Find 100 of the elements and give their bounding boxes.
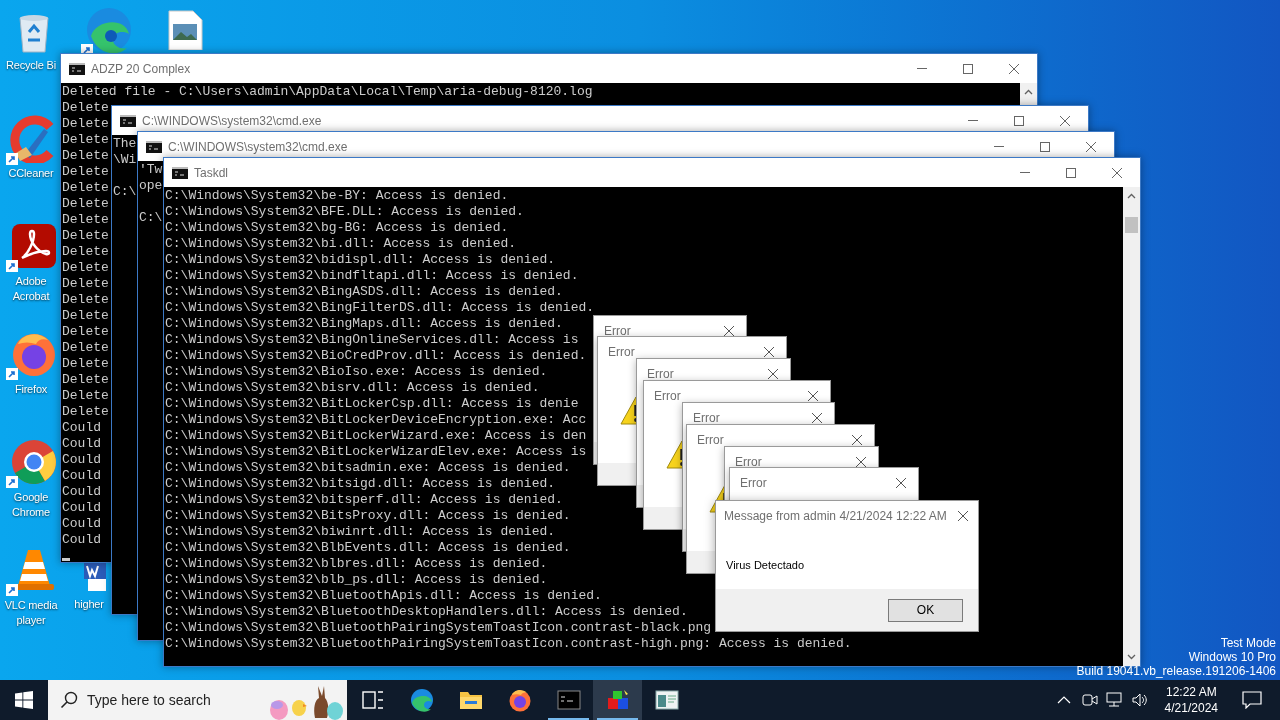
console-line: Delete [62, 180, 109, 196]
network-icon[interactable] [1104, 692, 1125, 708]
dialog-title: Error [604, 323, 631, 340]
console-line: Could [62, 420, 101, 436]
close-icon [895, 477, 907, 489]
console-line: C:\Windows\System32\be-BY: Access is denied. [165, 188, 509, 204]
console-line: C:\Windows\System32\BluetoothApis.dll: Access is denied. [165, 588, 602, 604]
console-line: Could [62, 452, 101, 468]
console-line: Delete [62, 372, 109, 388]
close-icon [1060, 115, 1070, 126]
console-line: C:\Windows\System32\bitsperf.dll: Access is denied. [165, 492, 563, 508]
console-line: C:\Windows\System32\bindfltapi.dll: Access is denied. [165, 268, 579, 284]
minimize-icon [994, 146, 1004, 147]
console-line: Delete [62, 340, 109, 356]
firefox-icon [507, 688, 532, 712]
chevron-up-icon[interactable] [1056, 696, 1071, 704]
console-icon [556, 688, 581, 712]
edge-icon [409, 688, 434, 712]
scroll-up-icon[interactable] [1127, 193, 1136, 199]
window-title: Taskdl [194, 164, 228, 182]
acrobat-icon[interactable] [10, 222, 58, 270]
console-line: C:\Windows\System32\biwinrt.dll: Access is denied. [165, 524, 556, 540]
scroll-thumb[interactable] [1125, 217, 1138, 233]
console-line: Delete [62, 308, 109, 324]
close-icon [957, 509, 969, 522]
console-line: Could [62, 532, 101, 548]
console-line: C:\Windows\System32\BingASDS.dll: Access is denied. [165, 284, 563, 300]
scrollbar[interactable] [1123, 187, 1140, 666]
scroll-up-icon[interactable] [1024, 89, 1033, 95]
console-line: Delete [62, 260, 109, 276]
console-line: C:\Windows\System32\bitsadmin.exe: Access is denied. [165, 460, 571, 476]
dialog-title: Error [647, 366, 674, 383]
console-line: Delete [62, 388, 109, 404]
clock-date[interactable]: 4/21/2024 [1164, 700, 1218, 716]
close-icon [1112, 167, 1122, 178]
console-line: Delete [62, 276, 109, 292]
volume-icon[interactable] [1130, 692, 1149, 708]
console-line: C:\Windows\System32\blbres.dll: Access is denied. [165, 556, 548, 572]
minimize-icon [968, 120, 978, 121]
camera-icon[interactable] [1080, 692, 1099, 708]
console-line: Delete [62, 148, 109, 164]
console-icon [146, 140, 162, 153]
dialog-title: Error [735, 454, 762, 471]
console-line: C:\Windows\System32\bi.dll: Access is denied. [165, 236, 517, 252]
desktop-icon-label[interactable]: Firefox [14, 382, 48, 397]
console-line: Delete [62, 164, 109, 180]
console-line: C:\Windows\System32\bidispl.dll: Access is denied. [165, 252, 556, 268]
close-icon [767, 368, 779, 380]
console-line: Delete [62, 356, 109, 372]
scroll-down-icon[interactable] [1127, 654, 1136, 660]
dialog-title: Error [740, 475, 767, 492]
desktop-icon-label[interactable]: VLC media player [2, 598, 60, 628]
image-file-icon[interactable] [167, 10, 203, 50]
close-icon [851, 434, 863, 446]
desktop-icon-label[interactable]: CCleaner [8, 166, 54, 181]
console-line: Could [62, 500, 101, 516]
message-text: Virus Detectado [726, 559, 805, 571]
console-line: Delete [62, 292, 109, 308]
console-line: Deleted file - C:\Users\admin\AppData\Local\Temp\aria-debug-8120.log [62, 84, 593, 100]
close-icon [723, 325, 735, 337]
console-line: C:\Windows\System32\BioIso.exe: Access is denied. [165, 364, 548, 380]
console-line: C:\Windows\System32\BitLockerWizard.exe: Access is den [165, 428, 587, 444]
console-line: C:\Windows\System32\BluetoothPairingSystemToastIcon.contrast-black.png [165, 620, 712, 636]
dialog-title: Error [693, 410, 720, 427]
maximize-icon [1014, 115, 1024, 126]
console-line: C:\ [139, 210, 163, 226]
console-line: C:\Windows\System32\BitLockerCsp.dll: Access is denie [165, 396, 579, 412]
search-field[interactable]: Type here to search [48, 680, 347, 720]
desktop-icon-label[interactable]: higher [74, 597, 104, 612]
console-line: Delete [62, 132, 109, 148]
watermark-text: Test Mode [1220, 636, 1276, 650]
console-line: Could [62, 468, 101, 484]
console-line: Delete [62, 228, 109, 244]
console-line: C:\Windows\System32\BitLockerWizardElev.exe: Access is [165, 444, 587, 460]
document-icon[interactable] [84, 563, 106, 591]
console-line: C:\Windows\System32\bitsigd.dll: Access is denied. [165, 476, 556, 492]
close-icon [1086, 141, 1096, 152]
clock-time[interactable]: 12:22 AM [1165, 684, 1217, 700]
dialog-title: Error [697, 432, 724, 449]
console-line: C:\Windows\System32\BluetoothDesktopHandlers.dll: Access is denied. [165, 604, 688, 620]
console-line: C:\Windows\System32\bisrv.dll: Access is denied. [165, 380, 540, 396]
console-line: C:\Windows\System32\BingFilterDS.dll: Access is denied. [165, 300, 595, 316]
console-line: Delete [62, 116, 109, 132]
console-line: C:\Windows\System32\BingMaps.dll: Access is denied. [165, 316, 563, 332]
window-title: C:\WINDOWS\system32\cmd.exe [142, 112, 322, 130]
console-line: Could [62, 436, 101, 452]
desktop-icon-label[interactable]: Google Chrome [2, 490, 60, 520]
chrome-icon[interactable] [10, 438, 58, 486]
desktop-icon-label[interactable]: Recycle Bi [6, 58, 56, 73]
cubes-icon [605, 688, 630, 712]
maximize-icon [963, 63, 973, 74]
window-icon [654, 688, 679, 712]
desktop-icon-label[interactable]: Adobe Acrobat [2, 274, 60, 304]
console-line: C:\Windows\System32\blb_ps.dll: Access is denied. [165, 572, 548, 588]
window-title: C:\WINDOWS\system32\cmd.exe [168, 138, 348, 156]
ok-button[interactable]: OK [888, 598, 963, 622]
scrollbar[interactable] [1020, 83, 1037, 105]
dialog-title: Error [654, 388, 681, 405]
edge-icon[interactable] [85, 6, 133, 54]
close-icon [811, 412, 823, 424]
